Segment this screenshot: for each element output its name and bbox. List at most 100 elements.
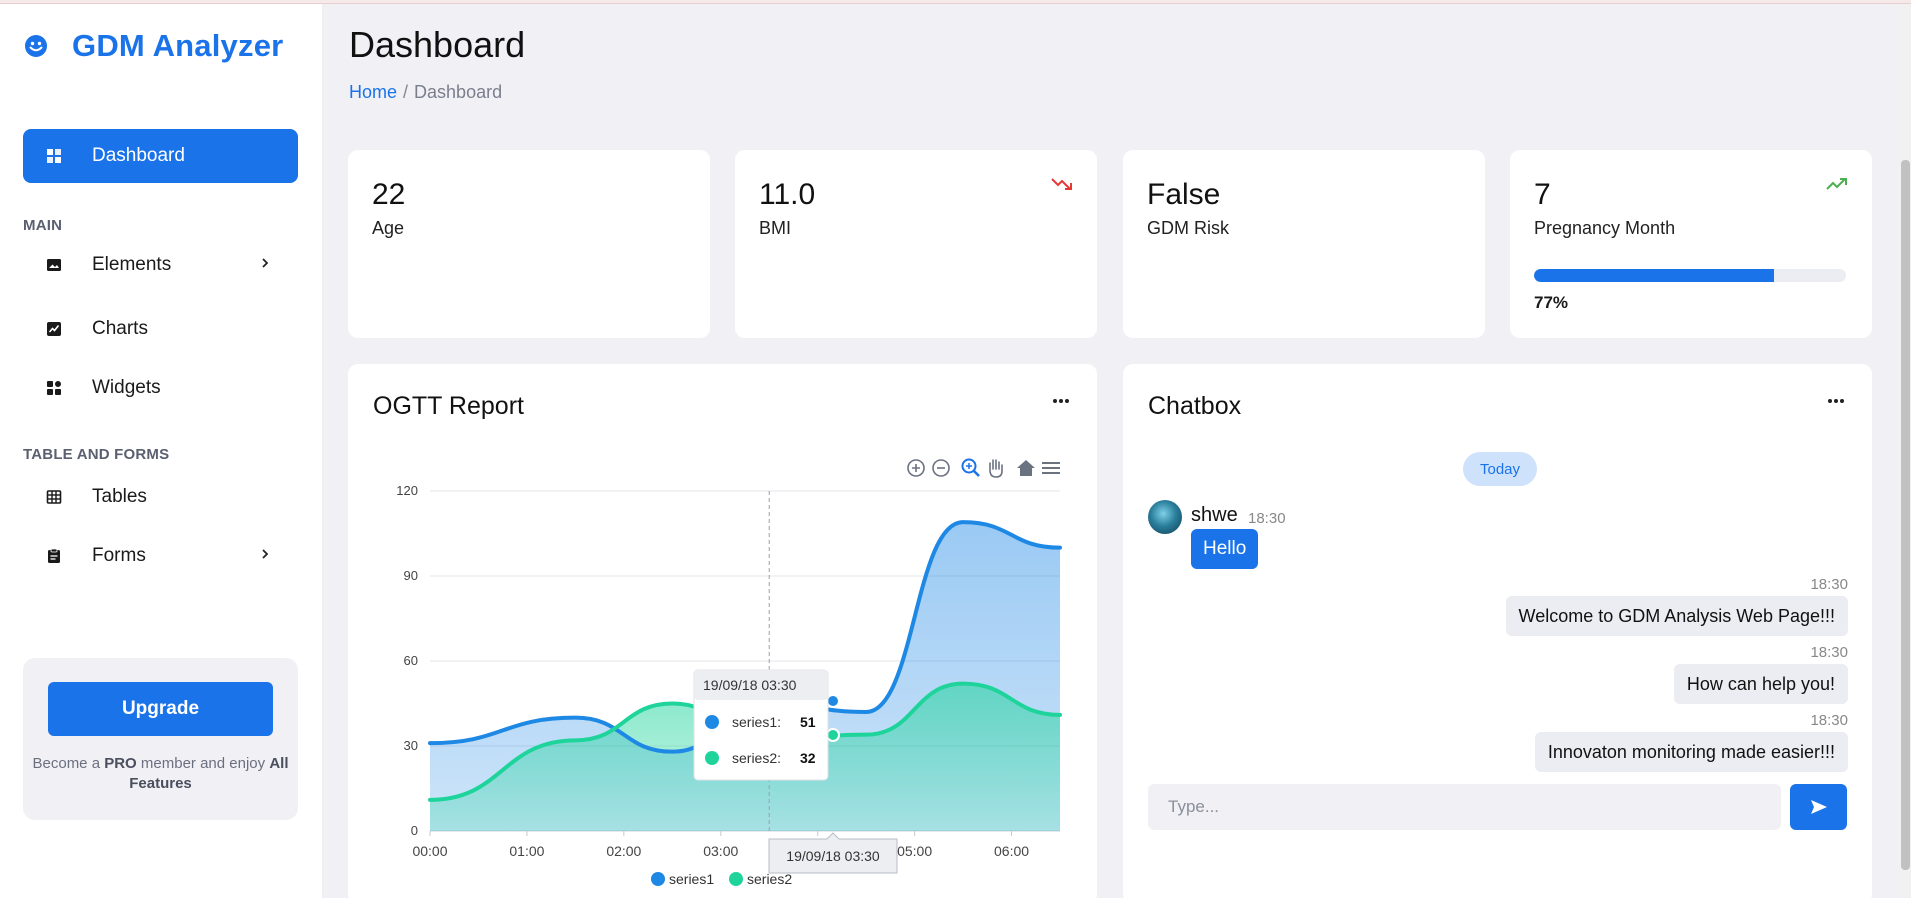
upgrade-description: Become a PRO member and enjoy All Featur… bbox=[23, 754, 298, 794]
trending-down-icon bbox=[1051, 178, 1072, 190]
more-options-icon[interactable] bbox=[1826, 396, 1846, 406]
sidebar-item-label: Dashboard bbox=[92, 145, 185, 166]
sidebar-item-dashboard[interactable]: Dashboard bbox=[23, 129, 298, 183]
upgrade-text-bold: PRO bbox=[104, 755, 137, 772]
x-tick-label: 01:00 bbox=[509, 843, 544, 859]
outgoing-message: Welcome to GDM Analysis Web Page!!! bbox=[1505, 596, 1848, 636]
home-shape bbox=[1017, 460, 1035, 476]
page-title: Dashboard bbox=[349, 24, 526, 65]
pan-hand-shape bbox=[989, 459, 1003, 478]
table-icon bbox=[46, 490, 62, 504]
stat-value: 22 bbox=[372, 178, 406, 211]
chart-icon bbox=[47, 322, 61, 336]
legend-marker bbox=[729, 872, 743, 886]
section-title-main: MAIN bbox=[23, 217, 63, 234]
widgets-icon bbox=[47, 381, 61, 395]
x-tick-label: 05:00 bbox=[897, 843, 932, 859]
home-icon bbox=[1017, 460, 1035, 476]
breadcrumb: Home / Dashboard bbox=[349, 82, 502, 103]
outgoing-message: Innovaton monitoring made easier!!! bbox=[1534, 732, 1848, 772]
progress-label: 77% bbox=[1534, 293, 1569, 312]
x-tick-label: 02:00 bbox=[606, 843, 641, 859]
x-tick-label: 03:00 bbox=[703, 843, 738, 859]
zoom-select-icon bbox=[961, 458, 980, 477]
grid-icon bbox=[47, 149, 61, 163]
series2-marker bbox=[826, 728, 840, 742]
chatbox-card: Chatbox Today shwe 18:30 Hello 18:30 Wel… bbox=[1123, 364, 1872, 898]
sidebar-item-label: Tables bbox=[92, 486, 147, 507]
stat-card-gdm-risk: False GDM Risk bbox=[1123, 150, 1485, 338]
tooltip-series-marker bbox=[705, 751, 719, 765]
breadcrumb-home-link[interactable]: Home bbox=[349, 82, 397, 102]
upgrade-panel: Upgrade Become a PRO member and enjoy Al… bbox=[23, 658, 298, 820]
sidebar-item-label: Forms bbox=[92, 545, 146, 566]
series1-marker bbox=[826, 694, 840, 708]
upgrade-button[interactable]: Upgrade bbox=[48, 682, 273, 736]
chart-legend: series1 series2 bbox=[651, 871, 792, 887]
y-tick-label: 120 bbox=[396, 483, 418, 498]
sidebar-item-label: Widgets bbox=[92, 377, 161, 398]
menu-icon bbox=[1042, 462, 1060, 474]
y-tick-label: 90 bbox=[404, 568, 418, 583]
upgrade-text-part: member and enjoy bbox=[136, 755, 270, 772]
menu-lines bbox=[1042, 462, 1060, 474]
sidebar-item-widgets[interactable]: Widgets bbox=[23, 368, 298, 408]
x-axis-tooltip: 19/09/18 03:30 bbox=[768, 832, 898, 874]
legend-label: series1 bbox=[669, 871, 714, 887]
stat-card-pregnancy-month: 7 Pregnancy Month 77% bbox=[1510, 150, 1872, 338]
message-sender: shwe bbox=[1191, 504, 1238, 526]
zoom-in-plus bbox=[912, 464, 920, 472]
avatar bbox=[1148, 500, 1182, 534]
message-time: 18:30 bbox=[1248, 510, 1286, 527]
stat-value: False bbox=[1147, 178, 1221, 211]
stat-label: Pregnancy Month bbox=[1534, 218, 1676, 238]
section-title-tables: TABLE AND FORMS bbox=[23, 446, 170, 463]
x-tick-label: 06:00 bbox=[994, 843, 1029, 859]
x-tooltip-text: 19/09/18 03:30 bbox=[786, 848, 880, 864]
tooltip-title: 19/09/18 03:30 bbox=[703, 677, 797, 693]
tooltip-series-name: series1: bbox=[732, 714, 781, 730]
chart-toolbar bbox=[907, 458, 1060, 478]
stat-label: GDM Risk bbox=[1147, 218, 1229, 238]
zoom-in-icon bbox=[907, 459, 925, 477]
stat-card-bmi: 11.0 BMI bbox=[735, 150, 1097, 338]
sidebar-item-elements[interactable]: Elements bbox=[23, 245, 298, 285]
sidebar-item-tables[interactable]: Tables bbox=[23, 477, 298, 517]
y-tick-label: 60 bbox=[404, 653, 418, 668]
trending-up-icon bbox=[1826, 178, 1847, 190]
clipboard-icon bbox=[48, 548, 60, 563]
sidebar: GDM Analyzer Dashboard MAIN Elements Cha… bbox=[0, 4, 323, 898]
send-button[interactable] bbox=[1790, 784, 1847, 830]
chevron-right-icon bbox=[262, 549, 269, 559]
chart-tooltip: 19/09/18 03:30 series1: 51 series2: 32 bbox=[693, 669, 829, 781]
brand-name: GDM Analyzer bbox=[72, 28, 284, 63]
y-tick-label: 0 bbox=[411, 823, 418, 838]
legend-marker bbox=[651, 872, 665, 886]
brand[interactable]: GDM Analyzer bbox=[22, 28, 283, 64]
page-scrollbar[interactable] bbox=[1900, 4, 1911, 898]
zoom-out-icon bbox=[932, 459, 950, 477]
chevron-right-icon bbox=[262, 258, 269, 268]
progress-bar bbox=[1534, 269, 1846, 282]
outgoing-message: How can help you! bbox=[1673, 664, 1848, 704]
sidebar-item-label: Charts bbox=[92, 318, 148, 339]
incoming-message: Hello bbox=[1191, 529, 1259, 569]
ogtt-chart[interactable]: 030609012000:0001:0002:0003:0004:0005:00… bbox=[348, 364, 1097, 898]
tooltip-series-value: 51 bbox=[800, 714, 816, 730]
zoom-select-plus bbox=[966, 463, 972, 469]
stat-label: Age bbox=[372, 218, 405, 238]
sidebar-item-charts[interactable]: Charts bbox=[23, 309, 298, 349]
x-tick-label: 00:00 bbox=[412, 843, 447, 859]
chat-message-input[interactable] bbox=[1148, 784, 1781, 830]
tooltip-series-value: 32 bbox=[800, 750, 816, 766]
sidebar-item-forms[interactable]: Forms bbox=[23, 536, 298, 576]
scrollbar-thumb[interactable] bbox=[1901, 160, 1910, 870]
stat-label: BMI bbox=[759, 218, 792, 238]
breadcrumb-current: Dashboard bbox=[414, 82, 503, 102]
legend-label: series2 bbox=[747, 871, 792, 887]
zoom-select-handle bbox=[972, 469, 980, 477]
upgrade-text-part: Become a bbox=[32, 755, 105, 772]
stat-card-age: 22 Age bbox=[348, 150, 710, 338]
progress-fill bbox=[1534, 269, 1775, 282]
stat-value: 7 bbox=[1534, 178, 1551, 211]
